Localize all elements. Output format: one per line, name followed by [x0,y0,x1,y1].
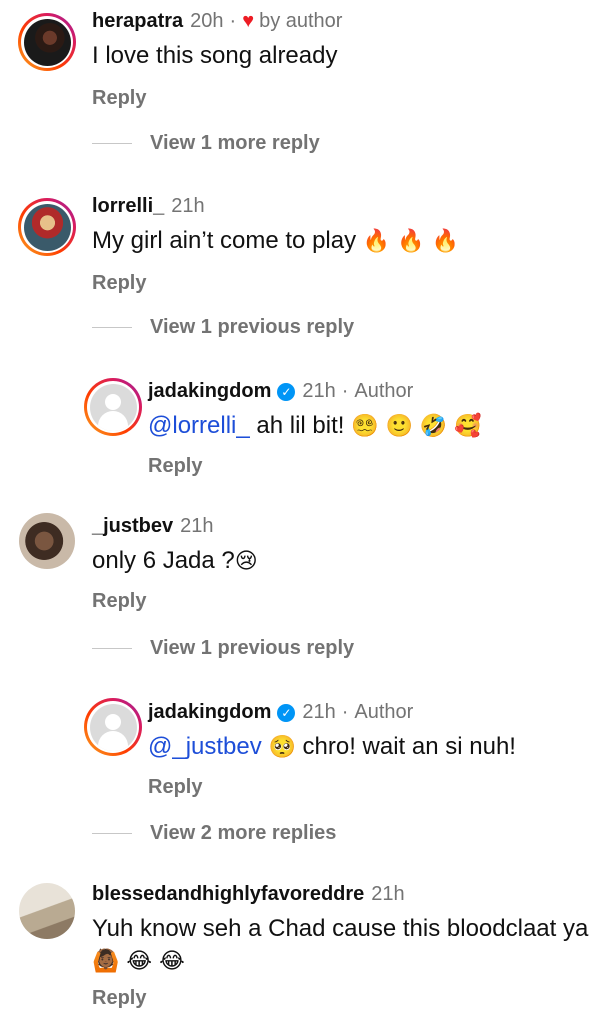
view-replies-label: View 2 more replies [150,822,337,844]
timestamp: 21h [302,380,336,402]
username[interactable]: jadakingdom [148,701,271,724]
heart-icon: ♥ [242,10,255,32]
comment-meta: lorrelli_ 21h [92,195,205,218]
username[interactable]: _justbev [92,515,173,538]
avatar[interactable] [18,512,76,570]
comment-meta: blessedandhighlyfavoreddre 21h [92,883,405,906]
timestamp: 21h [302,701,336,723]
comment-text: Yuh know seh a Chad cause this bloodclaa… [92,913,592,978]
divider-line [92,143,132,144]
timestamp: 21h [171,195,205,217]
crying-emoji: 😢 [234,549,258,574]
comment-text: @_justbev 🥺 chro! wait an si nuh! [148,733,516,761]
view-replies-button[interactable]: View 1 previous reply [92,637,354,660]
comment-meta: _justbev 21h [92,515,214,538]
view-replies-button[interactable]: View 2 more replies [92,822,336,845]
username[interactable]: lorrelli_ [92,195,164,218]
timestamp: 20h [190,10,224,32]
verified-badge-icon: ✓ [277,703,296,722]
comment-body: chro! wait an si nuh! [302,733,516,760]
username[interactable]: blessedandhighlyfavoreddre [92,883,364,906]
liked-by-author-label: by author [259,10,343,32]
divider-line [92,327,132,328]
divider-line [92,833,132,834]
timestamp: 21h [371,883,405,905]
view-replies-label: View 1 previous reply [150,316,355,338]
comment-text: I love this song already [92,42,338,69]
separator: · [341,701,349,723]
comment-text: @lorrelli_ ah lil bit! 😵‍💫 🙂 🤣 🥰 [148,412,482,440]
view-replies-button[interactable]: View 1 previous reply [92,316,354,339]
author-label: Author [354,380,414,402]
mention-link[interactable]: @_justbev [148,733,262,760]
reply-button[interactable]: Reply [148,455,202,478]
divider-line [92,648,132,649]
avatar[interactable] [84,698,142,756]
comment-body: My girl ain’t come to play [92,227,357,254]
username[interactable]: herapatra [92,10,183,33]
comment-text: My girl ain’t come to play 🔥 🔥 🔥 [92,227,459,255]
avatar[interactable] [18,13,76,71]
author-label: Author [354,701,414,723]
pleading-emoji: 🥺 [268,735,296,760]
reply-button[interactable]: Reply [148,776,202,799]
mention-link[interactable]: @lorrelli_ [148,412,250,439]
comment-body: ah lil bit! [256,412,345,439]
comment-body: Yuh know seh a Chad cause this bloodclaa… [92,915,589,942]
verified-badge-icon: ✓ [277,382,296,401]
reply-button[interactable]: Reply [92,87,146,110]
view-replies-button[interactable]: View 1 more reply [92,132,320,155]
view-replies-label: View 1 more reply [150,132,320,154]
separator: · [341,380,349,402]
comment-text: only 6 Jada ?😢 [92,547,258,575]
reply-button[interactable]: Reply [92,272,146,295]
emoji-group: 🙆🏾 😂 😂 [92,949,185,974]
comment-meta: jadakingdom ✓ 21h · Author [148,380,413,403]
emoji-group: 😵‍💫 🙂 🤣 🥰 [351,414,482,439]
reply-button[interactable]: Reply [92,987,146,1010]
default-avatar-icon [89,703,137,751]
avatar[interactable] [84,378,142,436]
comment-meta: jadakingdom ✓ 21h · Author [148,701,413,724]
username[interactable]: jadakingdom [148,380,271,403]
comment-body: only 6 Jada ? [92,547,235,574]
separator: · [229,10,237,32]
timestamp: 21h [180,515,214,537]
reply-button[interactable]: Reply [92,590,146,613]
comment-meta: herapatra 20h · ♥ by author [92,10,342,33]
fire-emoji: 🔥 🔥 🔥 [362,229,459,254]
avatar[interactable] [18,198,76,256]
avatar[interactable] [18,882,76,940]
default-avatar-icon [89,383,137,431]
view-replies-label: View 1 previous reply [150,637,355,659]
